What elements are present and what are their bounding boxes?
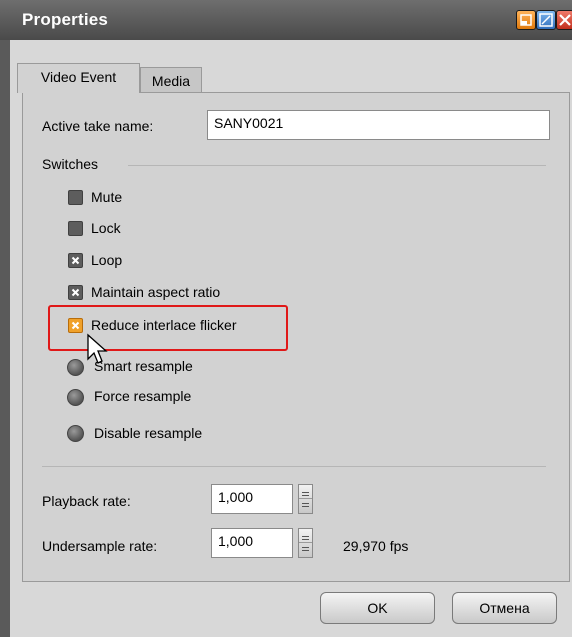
mute-label[interactable]: Mute <box>91 189 122 205</box>
undersample-rate-stepper[interactable] <box>298 528 313 558</box>
tab-media[interactable]: Media <box>140 67 202 93</box>
lock-checkbox[interactable] <box>68 221 83 236</box>
cancel-button[interactable]: Отмена <box>452 592 557 624</box>
mouse-cursor-icon <box>87 333 108 364</box>
undersample-rate-input[interactable]: 1,000 <box>211 528 293 558</box>
disable-resample-radio[interactable] <box>67 425 84 442</box>
tab-video-event[interactable]: Video Event <box>17 63 140 93</box>
minimize-button[interactable] <box>516 10 536 30</box>
ok-button[interactable]: OK <box>320 592 435 624</box>
decrement-button[interactable] <box>299 499 312 513</box>
close-icon <box>559 14 571 26</box>
smart-resample-radio[interactable] <box>67 359 84 376</box>
checked-x-icon <box>71 288 80 297</box>
increment-button[interactable] <box>299 485 312 499</box>
disable-resample-label[interactable]: Disable resample <box>94 425 202 441</box>
switches-divider <box>128 165 546 166</box>
playback-rate-input[interactable]: 1,000 <box>211 484 293 514</box>
decrement-button[interactable] <box>299 543 312 557</box>
properties-dialog: Properties Media Video Event Active take… <box>0 0 572 637</box>
active-take-label: Active take name: <box>42 118 154 134</box>
playback-rate-stepper[interactable] <box>298 484 313 514</box>
maintain-aspect-ratio-label[interactable]: Maintain aspect ratio <box>91 284 220 300</box>
loop-checkbox[interactable] <box>68 253 83 268</box>
lock-label[interactable]: Lock <box>91 220 121 236</box>
help-icon <box>539 13 553 27</box>
fps-readout: 29,970 fps <box>343 538 409 554</box>
force-resample-label[interactable]: Force resample <box>94 388 191 404</box>
smart-resample-label[interactable]: Smart resample <box>94 358 193 374</box>
force-resample-radio[interactable] <box>67 389 84 406</box>
increment-button[interactable] <box>299 529 312 543</box>
active-take-input[interactable]: SANY0021 <box>207 110 550 140</box>
highlight-box <box>48 305 288 351</box>
playback-rate-label: Playback rate: <box>42 493 131 509</box>
title-bar[interactable]: Properties <box>0 0 572 40</box>
minimize-icon <box>520 14 532 26</box>
checked-x-icon <box>71 256 80 265</box>
loop-label[interactable]: Loop <box>91 252 122 268</box>
rates-divider <box>42 466 546 467</box>
mute-checkbox[interactable] <box>68 190 83 205</box>
close-button[interactable] <box>556 10 572 30</box>
maintain-aspect-ratio-checkbox[interactable] <box>68 285 83 300</box>
window-title: Properties <box>22 10 109 29</box>
undersample-rate-label: Undersample rate: <box>42 538 158 554</box>
help-button[interactable] <box>536 10 556 30</box>
switches-heading: Switches <box>42 156 99 172</box>
